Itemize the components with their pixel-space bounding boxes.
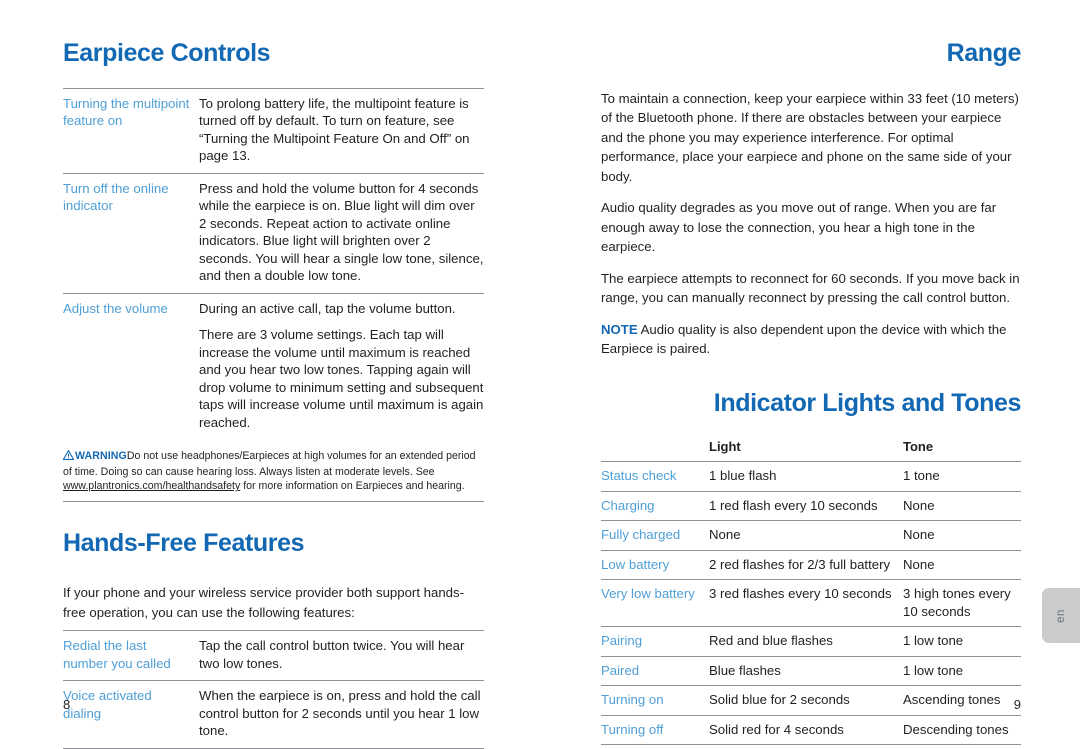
cell-tone: 1 low tone bbox=[903, 626, 1021, 656]
table-row: Charging 1 red flash every 10 seconds No… bbox=[601, 490, 1021, 521]
cell-tone: Ascending tones bbox=[903, 685, 1021, 715]
note-label: NOTE bbox=[601, 321, 638, 337]
indicator-lights-and-tones-table: Light Tone Status check 1 blue flash 1 t… bbox=[601, 439, 1021, 745]
cell-light: Solid blue for 2 seconds bbox=[709, 685, 903, 715]
note-text: Audio quality is also dependent upon the… bbox=[601, 321, 1007, 357]
warning-label: WARNING bbox=[75, 450, 127, 462]
warning-text-after-link: for more information on Earpieces and he… bbox=[240, 480, 465, 493]
range-note: NOTE Audio quality is also dependent upo… bbox=[601, 320, 1021, 359]
cell-light: Red and blue flashes bbox=[709, 626, 903, 656]
cell-state: Status check bbox=[601, 461, 709, 491]
row-paragraph: Tap the call control button twice. You w… bbox=[199, 638, 465, 671]
table-row: Redial the last number you called Tap th… bbox=[63, 630, 484, 681]
cell-tone: None bbox=[903, 549, 1021, 580]
cell-state: Turning off bbox=[601, 714, 709, 745]
row-paragraph: During an active call, tap the volume bu… bbox=[199, 300, 456, 316]
page-title-indicator-lights-and-tones: Indicator Lights and Tones bbox=[713, 388, 1022, 417]
row-label: Voice activated dialing bbox=[63, 680, 199, 749]
row-description: Tap the call control button twice. You w… bbox=[199, 630, 484, 681]
table-row: Low battery 2 red flashes for 2/3 full b… bbox=[601, 549, 1021, 580]
row-label: Turn off the online indicator bbox=[63, 172, 199, 293]
warning-block: WARNINGDo not use headphones/Earpieces a… bbox=[62, 449, 484, 502]
cell-light: 1 blue flash bbox=[709, 461, 903, 491]
cell-light: None bbox=[709, 520, 903, 550]
hands-free-intro: If your phone and your wireless service … bbox=[63, 585, 464, 620]
page-title-earpiece-controls: Earpiece Controls bbox=[63, 39, 271, 67]
column-header-state bbox=[601, 439, 709, 462]
table-row: Voice activated dialing When the earpiec… bbox=[63, 680, 484, 749]
cell-light: 3 red flashes every 10 seconds bbox=[709, 579, 903, 627]
row-description: When the earpiece is on, press and hold … bbox=[199, 680, 484, 749]
column-header-light: Light bbox=[709, 439, 741, 454]
language-tab-label: en bbox=[1054, 608, 1067, 623]
cell-light: Solid red for 4 seconds bbox=[709, 714, 903, 745]
cell-state: Turning on bbox=[601, 685, 709, 715]
right-page: Range To maintain a connection, keep you… bbox=[540, 0, 1080, 745]
cell-state: Fully charged bbox=[601, 520, 709, 550]
row-description: To prolong battery life, the multipoint … bbox=[199, 87, 484, 173]
cell-tone: 1 low tone bbox=[903, 655, 1021, 686]
row-label: Adjust the volume bbox=[63, 292, 199, 439]
cell-state: Charging bbox=[601, 490, 709, 521]
column-header-tone: Tone bbox=[903, 439, 934, 454]
page-title-hands-free-features: Hands-Free Features bbox=[63, 528, 305, 557]
range-paragraph: The earpiece attempts to reconnect for 6… bbox=[601, 270, 1020, 306]
row-description: During an active call, tap the volume bu… bbox=[199, 292, 484, 439]
health-and-safety-link[interactable]: www.plantronics.com/healthandsafety bbox=[63, 480, 240, 492]
cell-state: Low battery bbox=[601, 549, 709, 580]
cell-tone: Descending tones bbox=[903, 714, 1021, 745]
range-paragraph: To maintain a connection, keep your earp… bbox=[601, 90, 1019, 184]
table-row: Paired Blue flashes 1 low tone bbox=[601, 655, 1021, 686]
document-spread: Earpiece Controls Turning the multipoint… bbox=[0, 0, 1080, 749]
left-page: Earpiece Controls Turning the multipoint… bbox=[0, 0, 540, 749]
cell-state: Very low battery bbox=[601, 579, 709, 627]
cell-light: Blue flashes bbox=[709, 655, 903, 686]
row-paragraph: To prolong battery life, the multipoint … bbox=[199, 95, 470, 164]
table-row: Turning off Solid red for 4 seconds Desc… bbox=[601, 714, 1021, 745]
row-paragraph: There are 3 volume settings. Each tap wi… bbox=[199, 327, 484, 430]
cell-state: Pairing bbox=[601, 626, 709, 656]
row-description: Press and hold the volume button for 4 s… bbox=[199, 172, 484, 293]
cell-tone: 3 high tones every 10 seconds bbox=[903, 579, 1021, 627]
page-title-range: Range bbox=[946, 39, 1022, 67]
table-row: Turning on Solid blue for 2 seconds Asce… bbox=[601, 685, 1021, 715]
range-body: To maintain a connection, keep your earp… bbox=[601, 89, 1021, 359]
range-paragraph: Audio quality degrades as you move out o… bbox=[601, 200, 997, 254]
cell-state: Paired bbox=[601, 655, 709, 686]
table-row: Adjust the volume During an active call,… bbox=[63, 292, 484, 439]
row-paragraph: Press and hold the volume button for 4 s… bbox=[199, 180, 484, 284]
table-row: Status check 1 blue flash 1 tone bbox=[601, 461, 1021, 491]
row-paragraph: When the earpiece is on, press and hold … bbox=[199, 688, 481, 739]
row-label: Turning the multipoint feature on bbox=[63, 87, 199, 173]
cell-light: 1 red flash every 10 seconds bbox=[709, 490, 903, 521]
cell-light: 2 red flashes for 2/3 full battery bbox=[709, 549, 903, 580]
language-tab[interactable]: en bbox=[1042, 588, 1080, 643]
table-row: Turn off the online indicator Press and … bbox=[63, 172, 484, 293]
table-row: Very low battery 3 red flashes every 10 … bbox=[601, 579, 1021, 627]
table-row: Pairing Red and blue flashes 1 low tone bbox=[601, 626, 1021, 656]
cell-tone: None bbox=[903, 490, 1021, 521]
table-row: Fully charged None None bbox=[601, 520, 1021, 550]
table-row: Turning the multipoint feature on To pro… bbox=[63, 87, 484, 173]
row-label: Redial the last number you called bbox=[63, 630, 199, 681]
earpiece-controls-table: Turning the multipoint feature on To pro… bbox=[63, 87, 484, 439]
page-number-left: 8 bbox=[63, 697, 71, 712]
page-number-right: 9 bbox=[1013, 697, 1021, 712]
cell-tone: 1 tone bbox=[903, 461, 1021, 491]
warning-triangle-icon bbox=[62, 449, 75, 465]
cell-tone: None bbox=[903, 520, 1021, 550]
table-header-row: Light Tone bbox=[601, 439, 1021, 462]
hands-free-table: Redial the last number you called Tap th… bbox=[63, 630, 484, 749]
